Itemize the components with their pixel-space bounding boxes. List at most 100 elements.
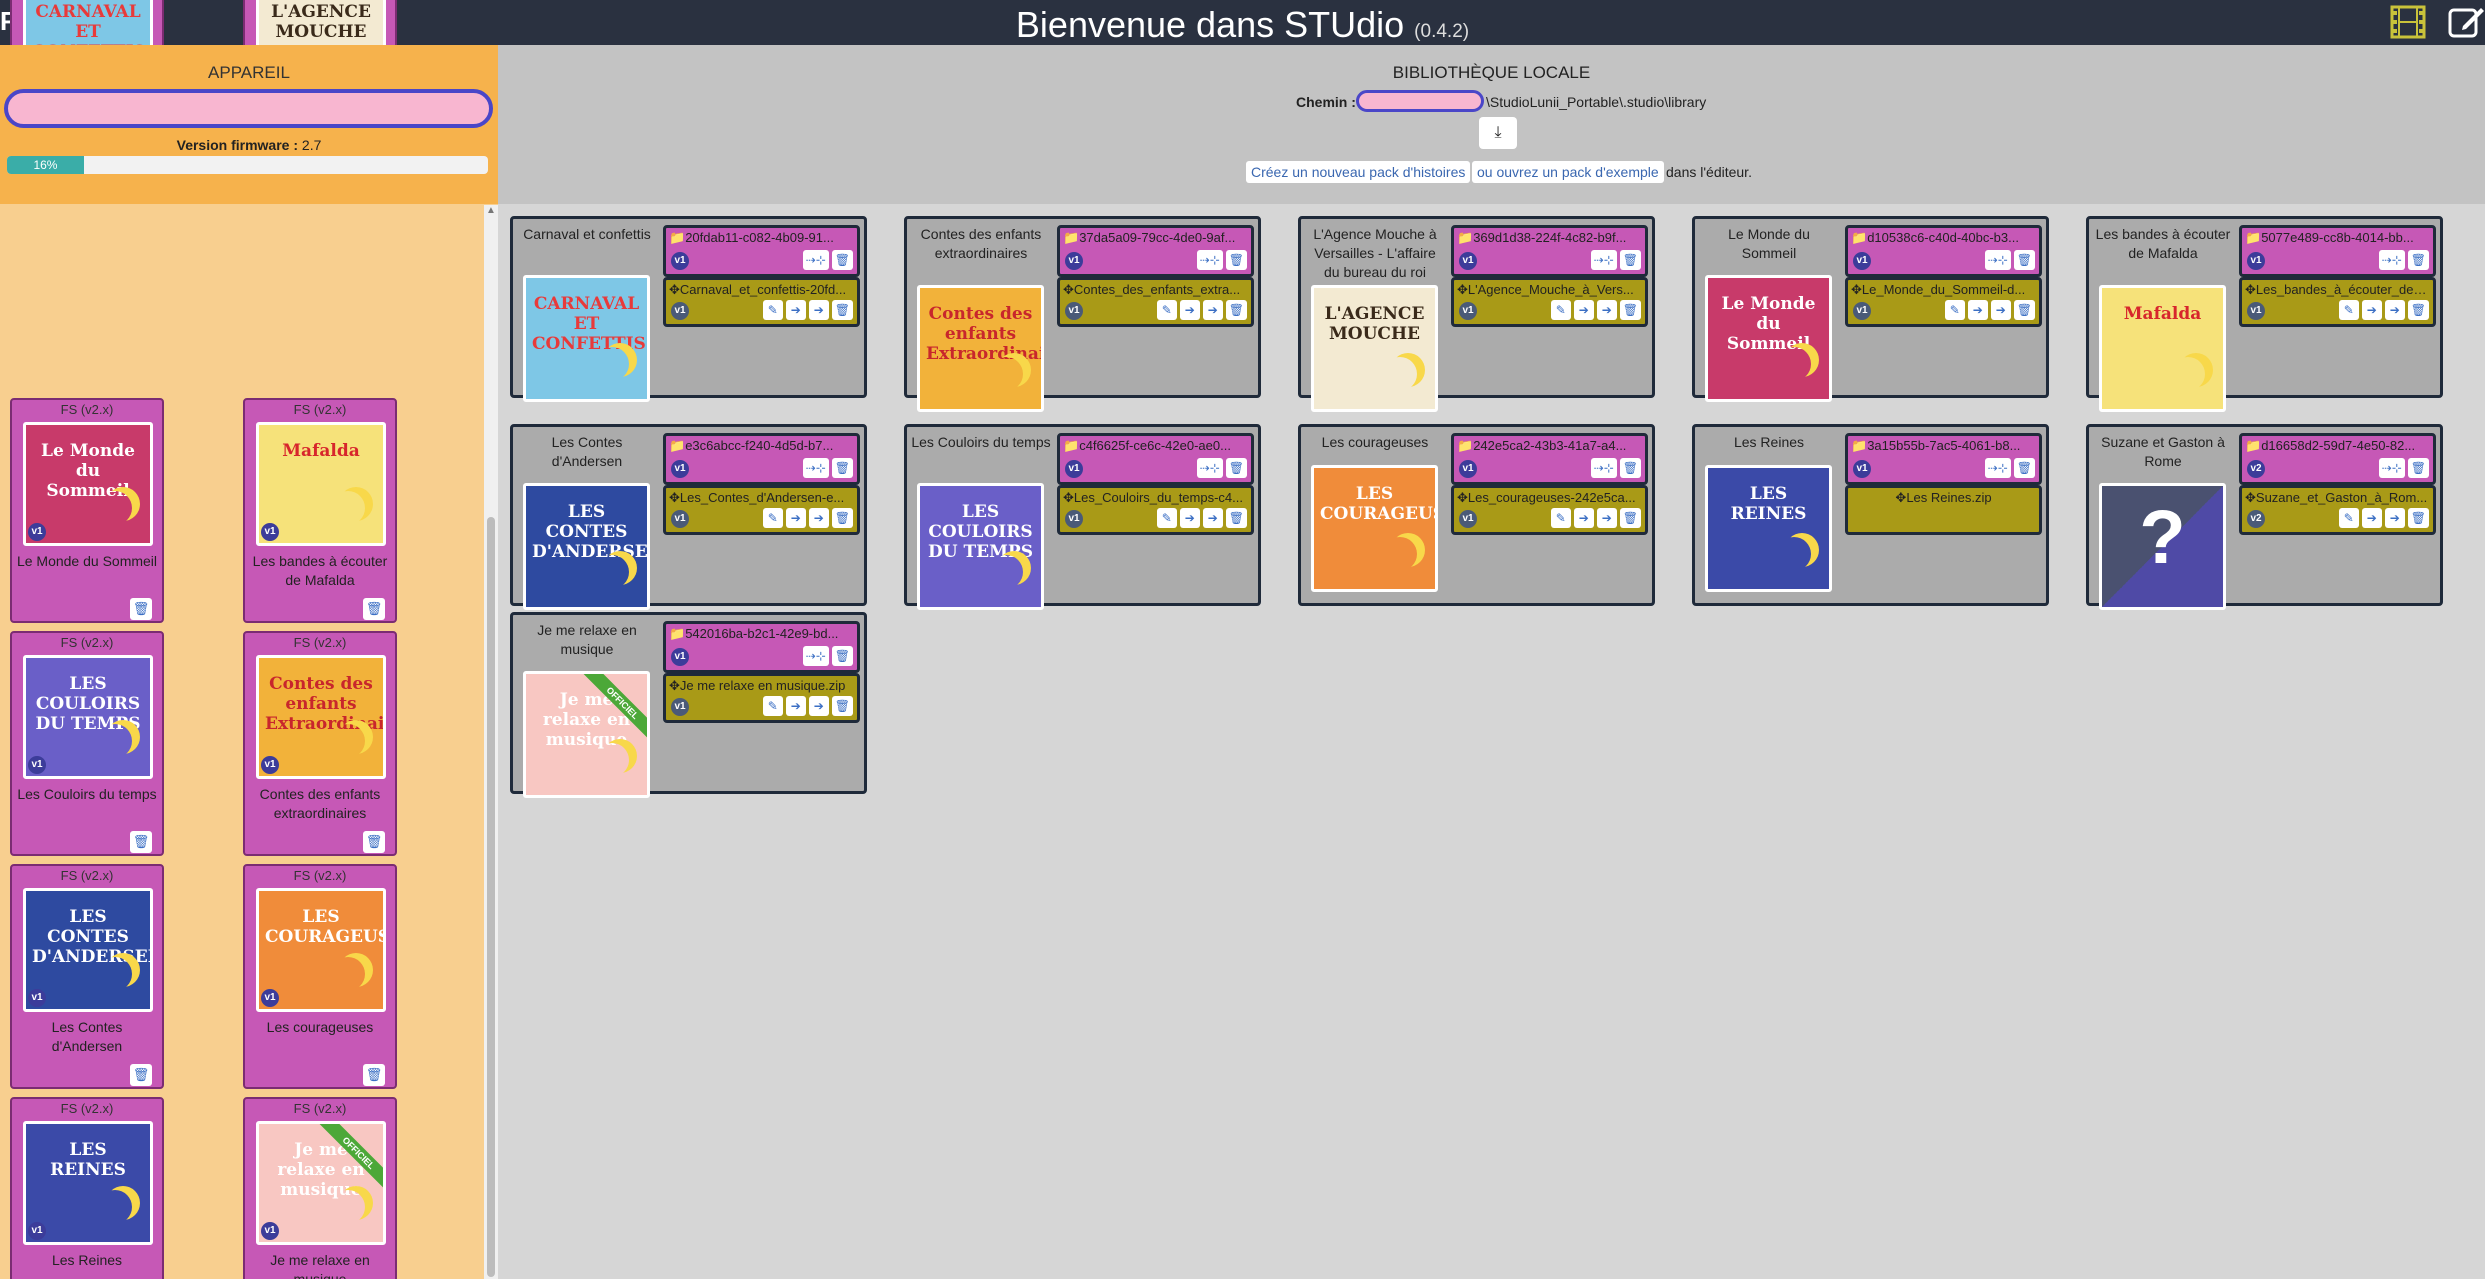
device-pack-card[interactable]: FS (v2.x) LES COULOIRS DU TEMPS v1 Les Coul… [10,631,164,856]
edit-pack-button[interactable]: ✎ [762,300,783,320]
edit-icon[interactable] [2447,4,2485,40]
scroll-up-icon[interactable]: ▲ [486,205,496,216]
unpacked-folder-row[interactable]: 📁e3c6abcc-f240-4d5d-b7... v1 ⇢⊹ 🗑 [663,433,860,485]
trash-icon[interactable]: 🗑 [2013,250,2035,270]
unpacked-folder-row[interactable]: 📁542016ba-b2c1-42e9-bd... v1 ⇢⊹ 🗑 [663,621,860,673]
transfer-button[interactable]: ⇢⊹ [1196,250,1223,270]
add-to-device-button[interactable]: ➔ [1179,508,1200,528]
archive-row[interactable]: ✥Les Reines.zip [1845,485,2042,535]
unpacked-folder-row[interactable]: 📁5077e489-cc8b-4014-bb... v1 ⇢⊹ 🗑 [2239,225,2436,277]
open-folder-button[interactable]: ➔ [808,508,829,528]
open-folder-button[interactable]: ➔ [808,696,829,716]
edit-pack-button[interactable]: ✎ [1550,300,1571,320]
trash-icon[interactable]: 🗑 [1225,458,1247,478]
device-scrollbar[interactable]: ▲ [484,205,498,1279]
trash-icon[interactable]: 🗑 [2013,458,2035,478]
trash-icon[interactable]: 🗑 [1225,508,1247,528]
transfer-button[interactable]: ⇢⊹ [2378,458,2405,478]
device-pack-card[interactable]: FS (v2.x)LES REINESv1Les Reines🗑 [10,1097,164,1279]
trash-icon[interactable]: 🗑 [363,1064,385,1086]
edit-pack-button[interactable]: ✎ [1156,508,1177,528]
trash-icon[interactable]: 🗑 [1619,300,1641,320]
scrollbar-thumb[interactable] [487,517,495,1277]
trash-icon[interactable]: 🗑 [2407,300,2429,320]
trash-icon[interactable]: 🗑 [1225,250,1247,270]
trash-icon[interactable]: 🗑 [2407,250,2429,270]
edit-pack-button[interactable]: ✎ [1156,300,1177,320]
open-folder-button[interactable]: ➔ [808,300,829,320]
device-pack-card[interactable]: FS (v2.x) Le Monde du Sommeil v1 Le Monde d… [10,398,164,623]
add-to-device-button[interactable]: ➔ [785,696,806,716]
unpacked-folder-row[interactable]: 📁3a15b55b-7ac5-4061-b8... v1 ⇢⊹ 🗑 [1845,433,2042,485]
device-pack-card[interactable]: FS (v2.x) Je me relaxe en musique OFFICIEL… [243,1097,397,1279]
transfer-button[interactable]: ⇢⊹ [1984,250,2011,270]
archive-row[interactable]: ✥Suzane_et_Gaston_à_Rom... v2 ✎ ➔ ➔ 🗑 [2239,485,2436,535]
transfer-button[interactable]: ⇢⊹ [802,250,829,270]
archive-row[interactable]: ✥Les_bandes_à_écouter_de_... v1 ✎ ➔ ➔ 🗑 [2239,277,2436,327]
open-folder-button[interactable]: ➔ [1990,300,2011,320]
trash-icon[interactable]: 🗑 [1225,300,1247,320]
edit-pack-button[interactable]: ✎ [2338,300,2359,320]
path-field[interactable] [1356,90,1484,112]
add-to-device-button[interactable]: ➔ [2361,300,2382,320]
trash-icon[interactable]: 🗑 [130,1064,152,1086]
edit-pack-button[interactable]: ✎ [762,508,783,528]
film-icon[interactable] [2390,5,2426,39]
create-pack-link[interactable]: Créez un nouveau pack d'histoires [1246,161,1471,183]
add-to-device-button[interactable]: ➔ [2361,508,2382,528]
unpacked-folder-row[interactable]: 📁242e5ca2-43b3-41a7-a4... v1 ⇢⊹ 🗑 [1451,433,1648,485]
add-to-device-button[interactable]: ➔ [785,300,806,320]
unpacked-folder-row[interactable]: 📁d10538c6-c40d-40bc-b3... v1 ⇢⊹ 🗑 [1845,225,2042,277]
archive-row[interactable]: ✥Carnaval_et_confettis-20fd... v1 ✎ ➔ ➔ 🗑 [663,277,860,327]
trash-icon[interactable]: 🗑 [831,696,853,716]
transfer-button[interactable]: ⇢⊹ [1590,250,1617,270]
trash-icon[interactable]: 🗑 [831,508,853,528]
trash-icon[interactable]: 🗑 [1619,508,1641,528]
transfer-button[interactable]: ⇢⊹ [802,646,829,666]
open-folder-button[interactable]: ➔ [1202,508,1223,528]
device-pack-card[interactable]: FS (v2.x) Mafalda v1 Les bandes à écouter d… [243,398,397,623]
transfer-button[interactable]: ⇢⊹ [1984,458,2011,478]
open-folder-button[interactable]: ➔ [2384,508,2405,528]
open-folder-button[interactable]: ➔ [2384,300,2405,320]
archive-row[interactable]: ✥Le_Monde_du_Sommeil-d... v1 ✎ ➔ ➔ 🗑 [1845,277,2042,327]
unpacked-folder-row[interactable]: 📁c4f6625f-ce6c-42e0-ae0... v1 ⇢⊹ 🗑 [1057,433,1254,485]
edit-pack-button[interactable]: ✎ [762,696,783,716]
trash-icon[interactable]: 🗑 [363,831,385,853]
trash-icon[interactable]: 🗑 [130,831,152,853]
archive-row[interactable]: ✥Les_Couloirs_du_temps-c4... v1 ✎ ➔ ➔ 🗑 [1057,485,1254,535]
device-pack-card[interactable]: FS (v2.x) LES COURAGEUSES v1 Les courageuse… [243,864,397,1089]
trash-icon[interactable]: 🗑 [1619,458,1641,478]
trash-icon[interactable]: 🗑 [831,458,853,478]
open-folder-button[interactable]: ➔ [1596,300,1617,320]
archive-row[interactable]: ✥Les_courageuses-242e5ca... v1 ✎ ➔ ➔ 🗑 [1451,485,1648,535]
add-to-device-button[interactable]: ➔ [1179,300,1200,320]
trash-icon[interactable]: 🗑 [831,300,853,320]
trash-icon[interactable]: 🗑 [2407,458,2429,478]
unpacked-folder-row[interactable]: 📁37da5a09-79cc-4de0-9af... v1 ⇢⊹ 🗑 [1057,225,1254,277]
edit-pack-button[interactable]: ✎ [2338,508,2359,528]
add-to-device-button[interactable]: ➔ [1573,508,1594,528]
edit-pack-button[interactable]: ✎ [1944,300,1965,320]
transfer-button[interactable]: ⇢⊹ [2378,250,2405,270]
unpacked-folder-row[interactable]: 📁369d1d38-224f-4c82-b9f... v1 ⇢⊹ 🗑 [1451,225,1648,277]
trash-icon[interactable]: 🗑 [2407,508,2429,528]
unpacked-folder-row[interactable]: 📁20fdab11-c082-4b09-91... v1 ⇢⊹ 🗑 [663,225,860,277]
save-icon[interactable]: ⤓ [1479,117,1517,149]
add-to-device-button[interactable]: ➔ [785,508,806,528]
device-pack-card[interactable]: FS (v2.x) LES CONTES D'ANDERSEN v1 Les Cont… [10,864,164,1089]
transfer-button[interactable]: ⇢⊹ [1196,458,1223,478]
open-folder-button[interactable]: ➔ [1596,508,1617,528]
trash-icon[interactable]: 🗑 [831,646,853,666]
device-pack-card[interactable]: FS (v2.x) Contes des enfants Extraordinai… [243,631,397,856]
trash-icon[interactable]: 🗑 [1619,250,1641,270]
device-name-field[interactable] [4,89,493,128]
trash-icon[interactable]: 🗑 [363,598,385,620]
open-folder-button[interactable]: ➔ [1202,300,1223,320]
transfer-button[interactable]: ⇢⊹ [1590,458,1617,478]
archive-row[interactable]: ✥Les_Contes_d'Andersen-e... v1 ✎ ➔ ➔ 🗑 [663,485,860,535]
edit-pack-button[interactable]: ✎ [1550,508,1571,528]
example-pack-link[interactable]: ou ouvrez un pack d'exemple [1472,161,1664,183]
add-to-device-button[interactable]: ➔ [1967,300,1988,320]
trash-icon[interactable]: 🗑 [130,598,152,620]
